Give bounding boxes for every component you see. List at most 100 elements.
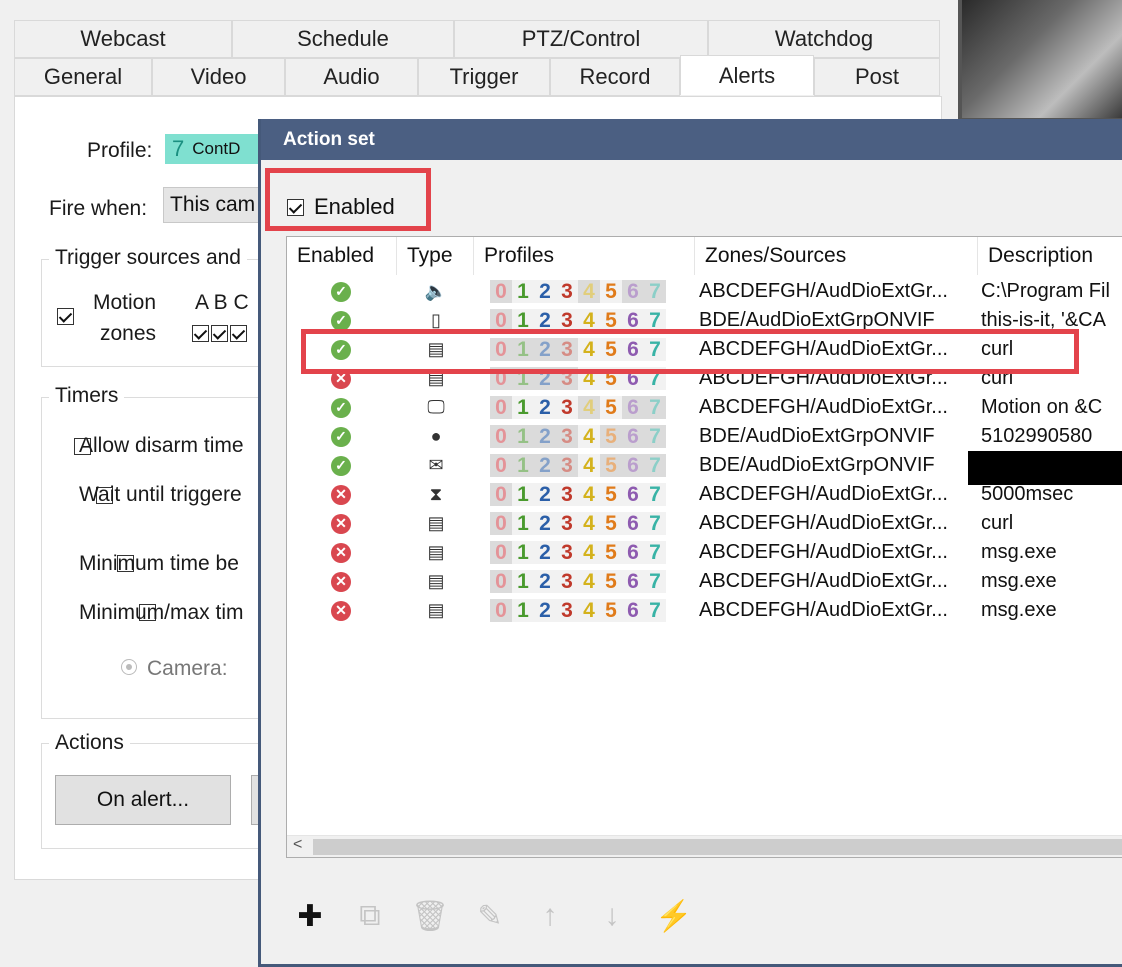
edit-icon[interactable]: ✎ <box>469 895 511 937</box>
tab-general[interactable]: General <box>14 58 152 96</box>
profile-digit-0: 0 <box>490 280 512 303</box>
row-enabled-cell: ✕ <box>331 596 371 625</box>
profile-digit-1: 1 <box>517 512 529 535</box>
table-row[interactable]: ✓ ● 0 1 2 3 4 5 6 7 BDE/AudDioExtGrpONVIF 510299058… <box>287 422 1122 451</box>
disabled-x-icon[interactable]: ✕ <box>331 571 351 592</box>
profile-digit-1: 1 <box>517 599 529 622</box>
enabled-check-icon[interactable]: ✓ <box>331 310 351 331</box>
profile-digit-2: 2 <box>539 483 551 506</box>
zone-a-checkbox[interactable] <box>192 325 209 342</box>
document-icon: ▤ <box>427 513 445 533</box>
move-down-icon[interactable]: ↓ <box>591 895 633 937</box>
scrollbar-thumb[interactable] <box>313 839 1122 855</box>
tab-schedule[interactable]: Schedule <box>232 20 454 58</box>
zone-c-checkbox[interactable] <box>230 325 247 342</box>
document-icon: ▤ <box>427 571 445 591</box>
profile-digit-0: 0 <box>490 454 512 477</box>
zone-letters: A B C <box>195 291 249 314</box>
table-row[interactable]: ✕ ▤ 0 1 2 3 4 5 6 7 ABCDEFGH/AudDioExtGr... msg.exe <box>287 596 1122 625</box>
trigger-sources-title: Trigger sources and <box>49 246 247 270</box>
table-row[interactable]: ✕ ▤ 0 1 2 3 4 5 6 7 ABCDEFGH/AudDioExtGr... curl <box>287 509 1122 538</box>
column-header-zones[interactable]: Zones/Sources <box>695 237 978 275</box>
tab-trigger[interactable]: Trigger <box>418 58 550 96</box>
profile-digit-3: 3 <box>561 512 573 535</box>
column-header-profiles[interactable]: Profiles <box>474 237 695 275</box>
tab-video[interactable]: Video <box>152 58 285 96</box>
tab-row-bottom: General Video Audio Trigger Record Alert… <box>14 55 940 96</box>
row-description-cell: msg.exe <box>981 570 1057 592</box>
table-row[interactable]: ✓ 🖵 0 1 2 3 4 5 6 7 ABCDEFGH/AudDioExtGr... Motion … <box>287 393 1122 422</box>
zones-label: zones <box>100 322 157 345</box>
tab-webcast[interactable]: Webcast <box>14 20 232 58</box>
disabled-x-icon[interactable]: ✕ <box>331 600 351 621</box>
on-alert-button[interactable]: On alert... <box>55 775 231 825</box>
row-enabled-cell: ✓ <box>331 422 371 451</box>
copy-icon[interactable]: ⧉ <box>349 895 391 937</box>
profile-digit-7: 7 <box>649 483 661 506</box>
document-icon: ▤ <box>427 542 445 562</box>
profile-digit-0: 0 <box>490 512 512 535</box>
row-profiles-cell: 01234567 <box>490 422 680 451</box>
zone-b-checkbox[interactable] <box>211 325 228 342</box>
profile-digit-7: 7 <box>644 454 666 477</box>
disabled-x-icon[interactable]: ✕ <box>331 484 351 505</box>
dialog-title-bar[interactable]: Action set <box>261 119 1122 160</box>
profile-digit-1: 1 <box>517 541 529 564</box>
column-header-enabled[interactable]: Enabled <box>287 237 397 275</box>
move-up-icon[interactable]: ↑ <box>529 895 571 937</box>
tab-record[interactable]: Record <box>550 58 680 96</box>
column-header-type[interactable]: Type <box>397 237 474 275</box>
dialog-title: Action set <box>283 128 375 150</box>
profile-digit-0: 0 <box>490 570 512 593</box>
hourglass-icon: ⧗ <box>429 484 443 504</box>
profile-digit-3: 3 <box>561 396 573 419</box>
profile-digit-0: 0 <box>490 599 512 622</box>
profile-digit-7: 7 <box>649 599 661 622</box>
add-icon[interactable]: ✚ <box>289 895 331 937</box>
tab-post[interactable]: Post <box>814 58 940 96</box>
profile-digit-2: 2 <box>539 512 551 535</box>
profile-digit-5: 5 <box>605 483 617 506</box>
column-header-description[interactable]: Description <box>978 237 1122 275</box>
camera-radio[interactable] <box>121 659 137 675</box>
horizontal-scrollbar[interactable]: < <box>287 835 1122 857</box>
test-fire-icon[interactable]: ⚡ <box>653 895 695 937</box>
delete-icon[interactable]: 🗑 <box>409 895 451 937</box>
motion-label: Motion <box>93 291 157 314</box>
disabled-x-icon[interactable]: ✕ <box>331 513 351 534</box>
tab-alerts[interactable]: Alerts <box>680 55 814 95</box>
scroll-left-icon[interactable]: < <box>293 836 302 854</box>
table-row[interactable]: ✕ ▤ 0 1 2 3 4 5 6 7 ABCDEFGH/AudDioExtGr... msg.exe <box>287 538 1122 567</box>
row-enabled-cell: ✕ <box>331 538 371 567</box>
row-description-cell: 5102990580 <box>981 425 1093 447</box>
tab-watchdog[interactable]: Watchdog <box>708 20 940 58</box>
motion-zones-checkbox[interactable] <box>57 308 74 326</box>
profile-digit-4: 4 <box>583 599 595 622</box>
profile-digit-2: 2 <box>534 454 556 477</box>
profile-digit-0: 0 <box>490 396 512 419</box>
tab-ptz-control[interactable]: PTZ/Control <box>454 20 708 58</box>
row-enabled-cell: ✓ <box>331 393 371 422</box>
disabled-x-icon[interactable]: ✕ <box>331 542 351 563</box>
tab-row-top: Webcast Schedule PTZ/Control Watchdog <box>14 20 940 58</box>
profile-digit-3: 3 <box>556 454 578 477</box>
profile-digit-2: 2 <box>539 396 551 419</box>
row-zones-cell: ABCDEFGH/AudDioExtGr... <box>699 541 948 563</box>
profile-digit-7: 7 <box>649 570 661 593</box>
row-enabled-cell: ✓ <box>331 277 371 306</box>
enabled-check-icon[interactable]: ✓ <box>331 397 351 418</box>
profile-number: 7 <box>172 136 185 161</box>
profile-digit-4: 4 <box>578 280 600 303</box>
enabled-check-icon[interactable]: ✓ <box>331 455 351 476</box>
profile-digit-4: 4 <box>583 512 595 535</box>
profile-digit-3: 3 <box>561 483 573 506</box>
profile-digit-1: 1 <box>517 280 529 303</box>
redacted-description <box>968 451 1122 485</box>
tab-audio[interactable]: Audio <box>285 58 418 96</box>
enabled-check-icon[interactable]: ✓ <box>331 426 351 447</box>
table-row[interactable]: ✓ 🔈 0 1 2 3 4 5 6 7 ABCDEFGH/AudDioExtGr... C:\Prog… <box>287 277 1122 306</box>
table-row[interactable]: ✕ ▤ 0 1 2 3 4 5 6 7 ABCDEFGH/AudDioExtGr... msg.exe <box>287 567 1122 596</box>
profile-digit-4: 4 <box>583 570 595 593</box>
profile-digit-2: 2 <box>539 280 551 303</box>
enabled-check-icon[interactable]: ✓ <box>331 281 351 302</box>
